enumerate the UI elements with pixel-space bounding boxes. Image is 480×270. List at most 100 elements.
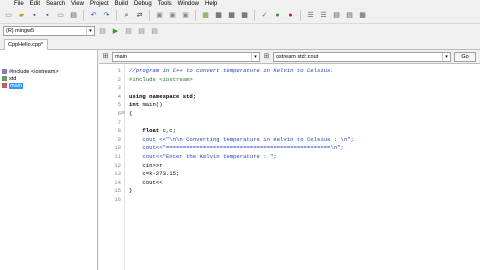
menu-debug[interactable]: Debug xyxy=(134,0,152,8)
code-token: int xyxy=(129,101,143,109)
code-text: cout<<"Enter the Kelvin temperature : "; xyxy=(129,153,277,160)
menu-help[interactable]: Help xyxy=(205,0,217,8)
code-line[interactable]: 10 cout<<"==============================… xyxy=(99,144,480,151)
line-number: 9 xyxy=(117,135,121,143)
line-number: 5 xyxy=(117,101,121,109)
replace-icon[interactable]: ⇄ xyxy=(134,10,145,21)
rebuild-icon[interactable]: ▦ xyxy=(239,10,250,21)
open-file-icon[interactable]: ▰ xyxy=(16,10,27,21)
fold-marker-icon[interactable]: ⊟ xyxy=(121,110,125,117)
menu-build[interactable]: Build xyxy=(115,0,128,8)
redo-icon[interactable]: ↷ xyxy=(101,10,112,21)
code-line[interactable]: 9 cout <<"\n\n Converting temperature in… xyxy=(99,136,480,143)
code-token: c,c; xyxy=(162,127,177,135)
line-number: 8 xyxy=(117,127,121,135)
debug-next-icon[interactable]: ▤ xyxy=(123,26,134,37)
code-text: cin>>r xyxy=(129,162,162,169)
code-line[interactable]: 4 using namespace std; xyxy=(99,93,480,100)
menu-tools[interactable]: Tools xyxy=(158,0,172,8)
debug-icon[interactable]: ✓ xyxy=(259,10,270,21)
toolbar-separator xyxy=(195,10,196,21)
member-icon: ⊞ xyxy=(263,53,270,60)
tree-item-main[interactable]: main xyxy=(2,82,23,89)
tree-item-label: std xyxy=(9,75,17,82)
code-line[interactable]: 3 xyxy=(99,84,480,91)
close-file-icon[interactable]: ▭ xyxy=(55,10,66,21)
code-token: using namespace std; xyxy=(129,92,197,100)
menu-window[interactable]: Window xyxy=(178,0,199,8)
unindent-icon[interactable]: ☰ xyxy=(318,10,329,21)
code-text: using namespace std; xyxy=(129,93,196,100)
tree-item-std[interactable]: std xyxy=(2,75,16,82)
code-line[interactable]: 2 #include <iostream> xyxy=(99,76,480,83)
debug-watch-icon[interactable]: ▤ xyxy=(149,26,160,37)
menu-edit[interactable]: Edit xyxy=(30,0,40,8)
code-line[interactable]: 12 cin>>r xyxy=(99,162,480,169)
code-token: float xyxy=(129,127,163,135)
compiler-select[interactable]: (R) mingw5 ▾ xyxy=(3,26,95,36)
menu-search[interactable]: Search xyxy=(46,0,65,8)
find-icon[interactable]: ⌕ xyxy=(121,10,132,21)
code-line[interactable]: 6 ⊟ { xyxy=(99,110,480,117)
scope-select-value: main xyxy=(115,53,127,60)
code-line[interactable]: 8 float c,c; xyxy=(99,127,480,134)
code-token: #include <iostream> xyxy=(129,75,193,83)
debug-into-icon[interactable]: ▤ xyxy=(136,26,147,37)
symbol-select-value: ostream std::cout xyxy=(276,53,319,60)
toolbar-separator xyxy=(254,10,255,21)
code-line[interactable]: 11 cout<<"Enter the Kelvin temperature :… xyxy=(99,153,480,160)
goto-line-icon[interactable]: ▦ xyxy=(357,10,368,21)
project-remove-icon[interactable]: ▣ xyxy=(180,10,191,21)
line-number: 10 xyxy=(114,144,121,152)
code-token: cout<<"=================================… xyxy=(129,144,344,152)
run-icon[interactable]: ▦ xyxy=(213,10,224,21)
check-syntax-icon[interactable]: ● xyxy=(272,10,283,21)
go-label: Go xyxy=(461,53,469,60)
debug-step-icon[interactable]: ▤ xyxy=(97,26,108,37)
save-icon[interactable]: ▪ xyxy=(29,10,40,21)
indent-icon[interactable]: ☰ xyxy=(305,10,316,21)
tree-item-include[interactable]: #include <iostream> xyxy=(2,68,59,75)
code-text: int main() xyxy=(129,101,163,108)
line-number: 2 xyxy=(117,75,121,83)
save-all-icon[interactable]: ▪ xyxy=(42,10,53,21)
code-line[interactable]: 7 xyxy=(99,119,480,126)
code-editor[interactable]: 1 //program in C++ to convert temperature… xyxy=(99,64,480,270)
menu-project[interactable]: Project xyxy=(90,0,109,8)
code-line[interactable]: 16 xyxy=(99,196,480,203)
new-file-icon[interactable]: ▭ xyxy=(3,10,14,21)
project-add-icon[interactable]: ▣ xyxy=(167,10,178,21)
code-line[interactable]: 15} xyxy=(99,187,480,194)
code-token: //program in C++ to convert temperature … xyxy=(129,67,334,74)
project-new-icon[interactable]: ▣ xyxy=(154,10,165,21)
menu-file[interactable]: File xyxy=(14,0,24,8)
code-token: c=k-273.15; xyxy=(129,170,180,178)
code-token: cout<< xyxy=(129,178,163,186)
undo-icon[interactable]: ↶ xyxy=(88,10,99,21)
compile-run-icon[interactable]: ▦ xyxy=(226,10,237,21)
code-token: main() xyxy=(142,101,163,109)
code-token: cout<<"Enter the Kelvin temperature : "; xyxy=(129,153,277,160)
menu-view[interactable]: View xyxy=(71,0,84,8)
debug-run-icon[interactable]: ▶ xyxy=(110,26,121,37)
code-line[interactable]: 1 //program in C++ to convert temperature… xyxy=(99,67,480,74)
toolbar-separator xyxy=(149,10,150,21)
code-line[interactable]: 5 int main() xyxy=(99,101,480,108)
line-number: 13 xyxy=(114,170,121,178)
line-number: 6 xyxy=(117,110,121,117)
scope-select[interactable]: main ▾ xyxy=(112,51,260,62)
code-line[interactable]: 14 cout<< xyxy=(99,179,480,186)
toolbar-separator xyxy=(116,10,117,21)
line-number: 12 xyxy=(114,161,121,169)
symbol-select[interactable]: ostream std::cout ▾ xyxy=(273,51,451,62)
go-button[interactable]: Go xyxy=(454,51,476,62)
print-icon[interactable]: ▤ xyxy=(68,10,79,21)
code-text: cout<< xyxy=(129,178,163,186)
goto-bookmark-icon[interactable]: ▤ xyxy=(344,10,355,21)
tab-cpphello[interactable]: CppHello.cpp* xyxy=(4,39,48,50)
code-token: } xyxy=(129,187,133,195)
stop-icon[interactable]: ● xyxy=(285,10,296,21)
toggle-bookmark-icon[interactable]: ▤ xyxy=(331,10,342,21)
code-line[interactable]: 13 c=k-273.15; xyxy=(99,170,480,177)
compile-icon[interactable]: ▦ xyxy=(200,10,211,21)
